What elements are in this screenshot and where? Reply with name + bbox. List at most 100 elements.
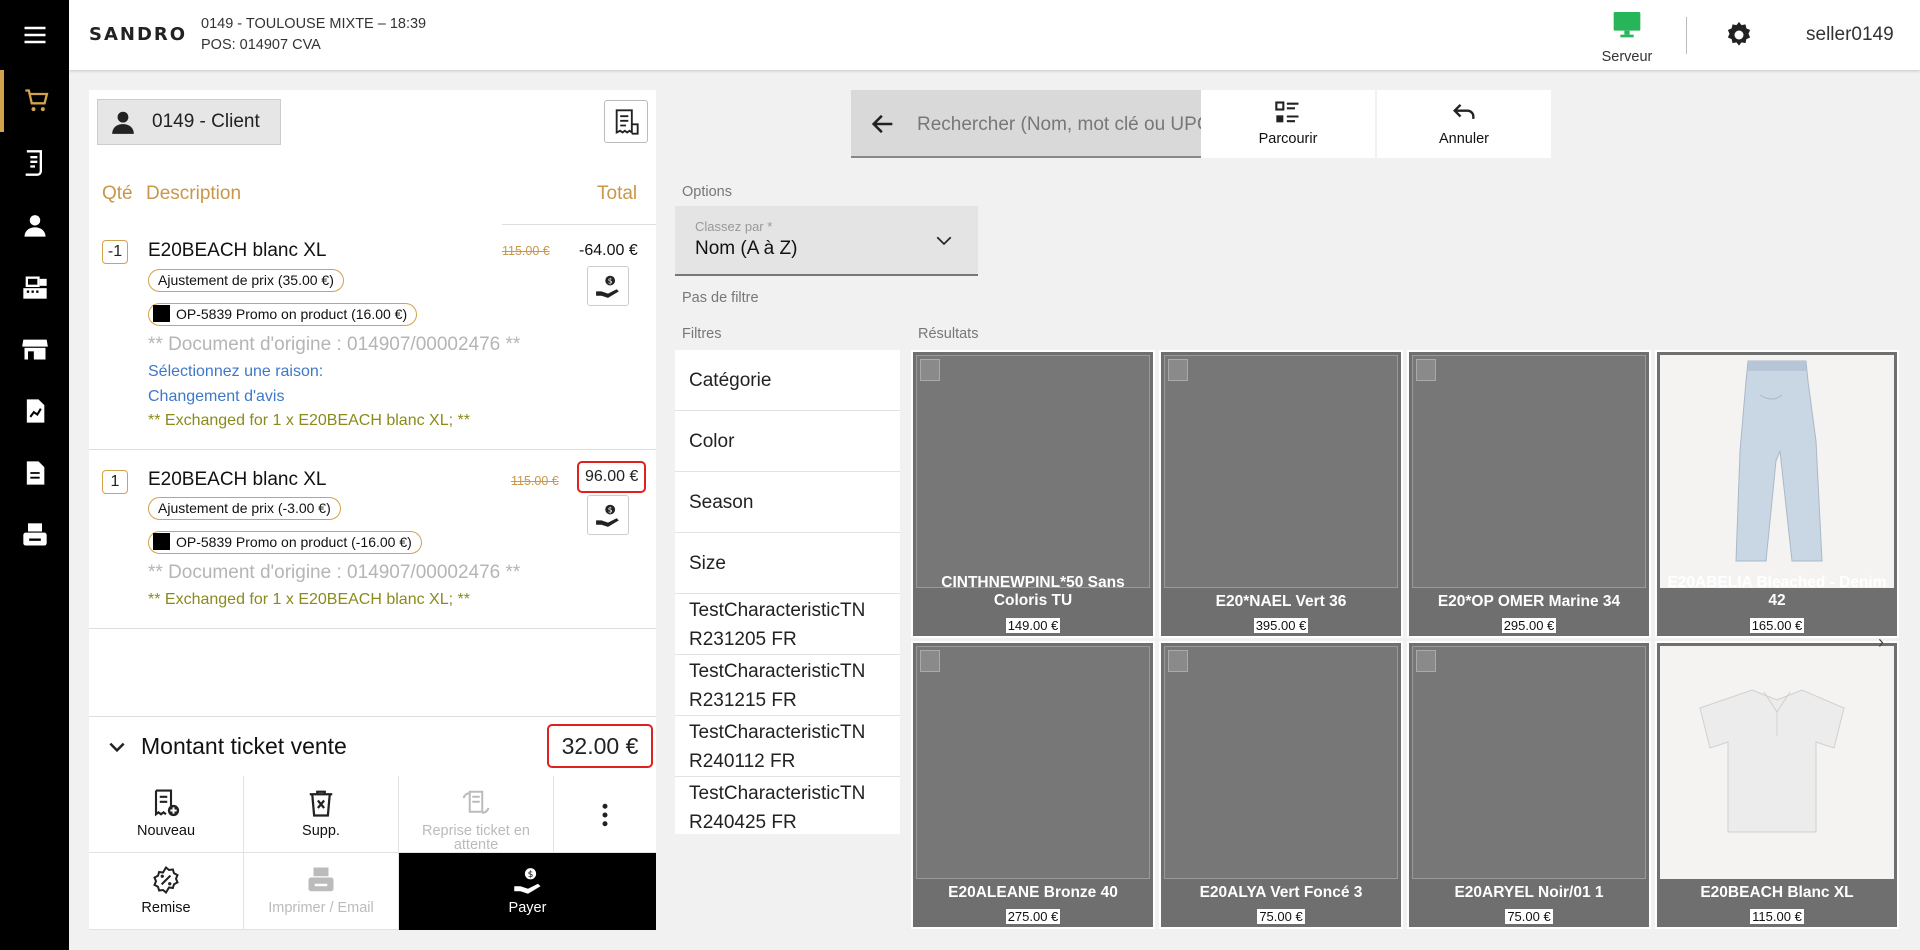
discount-label: Remise [141,900,191,916]
product-card[interactable]: E20*NAEL Vert 36 395.00 € [1159,350,1403,638]
summary-total: 32.00 € [547,724,653,768]
nav-customers[interactable] [0,194,69,256]
no-filter-label: Pas de filtre [682,290,759,306]
product-name: E20ALEANE Bronze 40 [948,884,1118,901]
product-price-row: 75.00 € [1161,908,1401,926]
ticket-line[interactable]: 1 E20BEACH blanc XL 115.00 € 96.00 € $ A… [89,449,656,629]
new-ticket-button[interactable]: Nouveau [89,776,244,853]
product-card[interactable]: E20ARYEL Noir/01 1 75.00 € [1407,641,1651,929]
browse-button[interactable]: Parcourir [1201,90,1375,158]
column-total: Total [597,183,638,204]
ticket-options-button[interactable] [604,100,648,143]
chevron-right-icon[interactable]: › [1878,632,1884,653]
product-price: 75.00 € [1505,909,1553,924]
filter-item[interactable]: TestCharacteristicTN R240112 FR [675,716,900,777]
column-qty: Qté [102,183,133,204]
chart-report-icon [26,399,44,423]
user-name[interactable]: seller0149 [1806,24,1894,46]
product-image [1164,646,1398,879]
product-price: 295.00 € [1501,618,1557,633]
product-price: 115.00 € [1750,909,1804,924]
new-receipt-icon [154,789,180,817]
delete-ticket-label: Supp. [302,823,340,839]
cancel-button[interactable]: Annuler [1377,90,1551,158]
server-label: Serveur [1601,49,1653,65]
top-header: SANDRO 0149 - TOULOUSE MIXTE – 18:39 POS… [69,0,1920,70]
product-card[interactable]: E20BEACH Blanc XL 115.00 € [1655,641,1899,929]
filter-item[interactable]: Size [675,533,900,594]
product-card[interactable]: CINTHNEWPINL*50 Sans Coloris TU 149.00 € [911,350,1155,638]
polo-shirt-photo [1699,689,1845,833]
jeans-photo [1735,360,1823,562]
settings-button[interactable] [1724,20,1754,55]
filters-label: Filtres [682,326,722,342]
product-price: 395.00 € [1253,618,1309,633]
product-card[interactable]: E20ALEANE Bronze 40 275.00 € [911,641,1155,929]
menu-button[interactable] [0,4,69,66]
product-name: CINTHNEWPINL*50 Sans Coloris TU [941,574,1125,609]
svg-text:$: $ [527,870,533,880]
promo-chip[interactable]: OP-5839 Promo on product (-16.00 €) [148,531,422,554]
price-adjustment-chip[interactable]: Ajustement de prix (35.00 €) [148,269,344,292]
sort-select[interactable]: Classez par * Nom (A à Z) [675,206,978,276]
broken-image-icon [1168,359,1188,381]
line-old-price: 115.00 € [502,244,550,258]
price-override-button[interactable]: $ [587,266,629,306]
print-email-label: Imprimer / Email [268,900,374,916]
resume-ticket-label: Reprise ticket en attente [422,823,530,853]
more-actions-button[interactable] [554,776,656,853]
nav-reports[interactable] [0,380,69,442]
receipt-icon [25,150,42,176]
filter-item[interactable]: TestCharacteristicTN R240425 FR [675,777,900,838]
pay-label: Payer [508,900,547,916]
product-card[interactable]: E20ALYA Vert Foncé 3 75.00 € [1159,641,1403,929]
select-reason-link[interactable]: Sélectionnez une raison: [148,363,323,381]
nav-documents[interactable] [0,442,69,504]
filter-item[interactable]: Season [675,472,900,533]
exchange-note: ** Exchanged for 1 x E20BEACH blanc XL; … [148,591,470,608]
origin-document: ** Document d'origine : 014907/00002476 … [148,334,521,355]
product-price-row: 295.00 € [1409,617,1649,635]
server-status-button[interactable]: Serveur [1592,8,1662,65]
reason-value-link[interactable]: Changement d'avis [148,388,284,406]
product-card[interactable]: E20ABELIA Bleached - Denim 42 165.00 € [1655,350,1899,638]
search-field[interactable]: Rechercher (Nom, mot clé ou UPC) [851,90,1217,158]
filter-item[interactable]: Catégorie [675,350,900,411]
printer-icon [22,523,47,546]
filter-item[interactable]: Color [675,411,900,472]
product-price-row: 75.00 € [1409,908,1649,926]
line-qty[interactable]: 1 [102,470,128,494]
product-image [1164,355,1398,588]
results-grid: CINTHNEWPINL*50 Sans Coloris TU 149.00 €… [911,350,1899,930]
print-email-button[interactable]: Imprimer / Email [244,853,399,930]
product-price-row: 165.00 € [1657,617,1897,635]
filter-item[interactable]: TestCharacteristicTN R231205 FR [675,594,900,655]
nav-receipts[interactable] [0,132,69,194]
nav-printer[interactable] [0,504,69,566]
chevron-down-icon[interactable] [107,737,127,757]
resume-ticket-button[interactable]: Reprise ticket en attente [399,776,554,853]
product-name: E20ALYA Vert Foncé 3 [1199,884,1363,901]
client-button[interactable]: 0149 - Client [97,99,281,145]
ticket-summary[interactable]: Montant ticket vente 32.00 € [89,716,656,776]
delete-ticket-button[interactable]: Supp. [244,776,399,853]
filter-item[interactable]: TestCharacteristicTN R231215 FR [675,655,900,716]
nav-store[interactable] [0,318,69,380]
store-info: 0149 - TOULOUSE MIXTE – 18:39 POS: 01490… [201,14,426,56]
discount-button[interactable]: Remise [89,853,244,930]
product-card[interactable]: E20*OP OMER Marine 34 295.00 € [1407,350,1651,638]
pay-button[interactable]: $ Payer [399,853,656,930]
broken-image-icon [920,359,940,381]
line-qty[interactable]: -1 [102,240,128,264]
chevron-down-icon [936,236,952,246]
arrow-left-icon[interactable] [869,110,897,138]
price-adjustment-chip[interactable]: Ajustement de prix (-3.00 €) [148,497,341,520]
nav-cart[interactable] [0,70,69,132]
promo-chip[interactable]: OP-5839 Promo on product (16.00 €) [148,303,418,326]
price-override-button[interactable]: $ [587,495,629,535]
product-name: E20BEACH Blanc XL [1700,884,1854,901]
results-label: Résultats [918,326,979,342]
product-price: 165.00 € [1749,618,1805,633]
nav-register[interactable] [0,256,69,318]
product-price-row: 115.00 € [1657,908,1897,926]
